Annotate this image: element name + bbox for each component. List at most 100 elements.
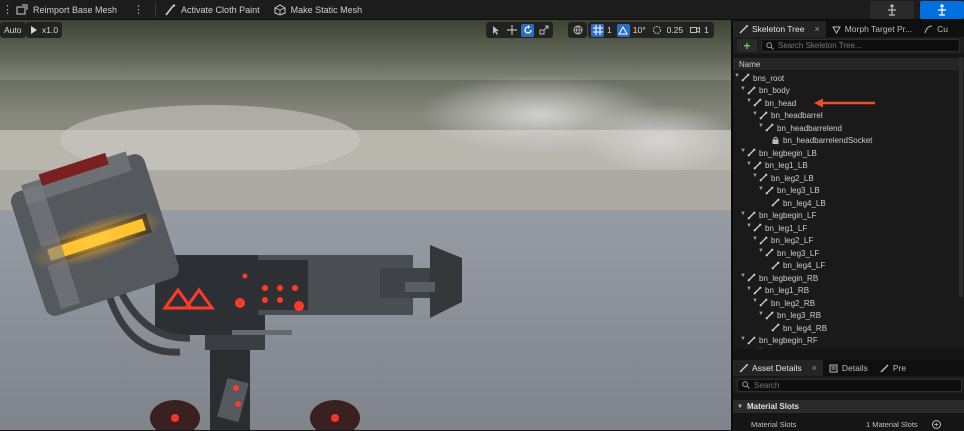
bone-label: bn_headbarrelend xyxy=(777,124,842,133)
tree-row-bn_legbegin_LB[interactable]: ▼bn_legbegin_LB xyxy=(733,147,964,160)
material-slots-prop-value: 1 Material Slots xyxy=(866,420,918,429)
rotate-tool-icon[interactable] xyxy=(521,24,534,37)
tab-asset-details[interactable]: Asset Details × xyxy=(733,360,823,376)
expand-arrow-icon[interactable]: ▼ xyxy=(746,223,752,229)
bone-icon xyxy=(753,223,762,232)
tab-morph-target[interactable]: Morph Target Pr... xyxy=(826,21,918,37)
bone-label: bn_leg2_LB xyxy=(771,174,814,183)
toolbar-overflow-icon-2[interactable]: ⋮ xyxy=(133,3,143,16)
tree-row-bn_leg3_LF[interactable]: ▼bn_leg3_LF xyxy=(733,247,964,260)
close-icon[interactable]: × xyxy=(814,24,819,34)
search-icon xyxy=(766,42,774,50)
camera-speed-icon[interactable] xyxy=(688,24,701,37)
translate-tool-icon[interactable] xyxy=(505,24,518,37)
tree-row-bn_leg3_LB[interactable]: ▼ bn_leg3_LB xyxy=(733,185,964,198)
expand-arrow-icon[interactable]: ▼ xyxy=(752,173,758,179)
expand-arrow-icon[interactable]: ▼ xyxy=(746,98,752,104)
expand-arrow-icon[interactable]: ▼ xyxy=(758,248,764,254)
paintbrush-icon xyxy=(164,4,176,16)
tree-row-bn_headbarrel[interactable]: ▼bn_headbarrel xyxy=(733,110,964,123)
tree-row-bns_root[interactable]: ▼bns_root xyxy=(733,72,964,85)
tree-row-bn_leg2_LB[interactable]: ▼ bn_leg2_LB xyxy=(733,172,964,185)
bone-label: bn_leg4_LB xyxy=(783,199,826,208)
mesh-mode-button[interactable] xyxy=(920,1,964,19)
details-search-row xyxy=(733,377,964,393)
tree-row-bn_leg2_LF[interactable]: ▼bn_leg2_LF xyxy=(733,235,964,248)
rotation-snap-value[interactable]: 10° xyxy=(633,25,648,35)
scale-snap-value[interactable]: 0.25 xyxy=(667,25,686,35)
camera-speed-value[interactable]: 1 xyxy=(704,25,711,35)
bone-label: bn_leg3_RB xyxy=(777,311,821,320)
bone-label: bn_head xyxy=(765,99,796,108)
tab-skeleton-tree[interactable]: Skeleton Tree × xyxy=(733,21,826,37)
coordinate-space-group xyxy=(568,22,587,38)
tree-row-bn_leg4_LB[interactable]: bn_leg4_LB xyxy=(733,197,964,210)
tab-preview[interactable]: Pre xyxy=(874,360,912,376)
tree-row-bn_leg4_RB[interactable]: bn_leg4_RB xyxy=(733,322,964,335)
scale-snap-icon[interactable] xyxy=(651,24,664,37)
skeleton-tree-scrollbar[interactable] xyxy=(959,57,963,297)
world-space-icon[interactable] xyxy=(571,24,584,37)
details-search-input[interactable] xyxy=(754,381,894,390)
tab-details[interactable]: Details xyxy=(823,360,874,376)
tree-row-bn_leg1_LB[interactable]: ▼bn_leg1_LB xyxy=(733,160,964,173)
tree-row-bn_leg1_RB[interactable]: ▼bn_leg1_RB xyxy=(733,285,964,298)
select-tool-icon[interactable] xyxy=(489,24,502,37)
bone-label: bn_leg1_LF xyxy=(765,224,807,233)
tree-row-bn_leg2_RB[interactable]: ▼bn_leg2_RB xyxy=(733,297,964,310)
expand-arrow-icon[interactable]: ▼ xyxy=(740,336,746,342)
static-mesh-icon xyxy=(274,4,286,16)
expand-arrow-icon[interactable]: ▼ xyxy=(740,211,746,217)
bone-label: bn_leg3_LB xyxy=(777,186,820,195)
expand-arrow-icon[interactable]: ▼ xyxy=(740,86,746,92)
expand-arrow-icon[interactable]: ▼ xyxy=(746,286,752,292)
tree-row-bn_head[interactable]: ▼ bn_head xyxy=(733,97,964,110)
tab-curves-label: Cu xyxy=(937,24,948,34)
tab-asset-details-label: Asset Details xyxy=(752,363,802,373)
material-slots-section[interactable]: ▼ Material Slots xyxy=(733,400,964,413)
chevron-down-icon: ▼ xyxy=(737,404,743,410)
tree-row-bn_legbegin_RF[interactable]: ▼bn_legbegin_RF xyxy=(733,335,964,348)
tree-row-bn_leg1_LF[interactable]: ▼ bn_leg1_LF xyxy=(733,222,964,235)
viewport[interactable]: Auto x1.0 1 10° 0.25 1 xyxy=(0,20,731,430)
tree-row-bn_leg1_RF[interactable]: bn_leg1_RF xyxy=(733,347,964,349)
expand-arrow-icon[interactable]: ▼ xyxy=(734,73,740,79)
make-static-mesh-button[interactable]: Make Static Mesh xyxy=(274,4,363,16)
add-socket-button[interactable]: + xyxy=(737,39,757,52)
bone-icon xyxy=(771,323,780,332)
reimport-base-mesh-button[interactable]: Reimport Base Mesh xyxy=(16,4,117,16)
expand-arrow-icon[interactable]: ▼ xyxy=(752,298,758,304)
tab-curves[interactable]: Cu xyxy=(918,21,954,37)
column-header-name[interactable]: Name xyxy=(733,58,964,70)
tree-row-bn_leg3_RB[interactable]: ▼ bn_leg3_RB xyxy=(733,310,964,323)
tree-row-bn_headbarrelend[interactable]: ▼ bn_headbarrelend xyxy=(733,122,964,135)
expand-arrow-icon[interactable]: ▼ xyxy=(746,161,752,167)
bone-label: bn_leg4_LF xyxy=(783,261,825,270)
expand-arrow-icon[interactable]: ▼ xyxy=(758,311,764,317)
viewport-auto-chip[interactable]: Auto xyxy=(0,22,26,38)
playback-speed-chip[interactable]: x1.0 xyxy=(26,22,62,38)
add-material-slot-icon[interactable]: + xyxy=(932,420,941,429)
tree-row-bn_legbegin_RB[interactable]: ▼ bn_legbegin_RB xyxy=(733,272,964,285)
expand-arrow-icon[interactable]: ▼ xyxy=(758,186,764,192)
asset-details-icon xyxy=(739,364,748,373)
rotation-snap-icon[interactable] xyxy=(617,24,630,37)
expand-arrow-icon[interactable]: ▼ xyxy=(752,236,758,242)
grid-snap-icon[interactable] xyxy=(591,24,604,37)
tree-row-bn_body[interactable]: ▼bn_body xyxy=(733,85,964,98)
expand-arrow-icon[interactable]: ▼ xyxy=(740,273,746,279)
expand-arrow-icon[interactable]: ▼ xyxy=(740,148,746,154)
close-icon[interactable]: × xyxy=(812,363,817,373)
tree-row-bn_leg4_LF[interactable]: bn_leg4_LF xyxy=(733,260,964,273)
skeleton-search-input[interactable] xyxy=(778,41,918,50)
expand-arrow-icon[interactable]: ▼ xyxy=(758,123,764,129)
expand-arrow-icon[interactable]: ▼ xyxy=(752,111,758,117)
scale-tool-icon[interactable] xyxy=(537,24,550,37)
tree-row-bn_headbarrelendSocket[interactable]: bn_headbarrelendSocket xyxy=(733,135,964,148)
toolbar-overflow-icon[interactable]: ⋮ xyxy=(2,3,12,16)
skeleton-mode-button[interactable] xyxy=(870,1,914,19)
grid-snap-value[interactable]: 1 xyxy=(607,25,614,35)
tree-row-bn_legbegin_LF[interactable]: ▼bn_legbegin_LF xyxy=(733,210,964,223)
bone-label: bn_legbegin_RB xyxy=(759,274,818,283)
activate-cloth-paint-button[interactable]: Activate Cloth Paint xyxy=(164,4,260,16)
